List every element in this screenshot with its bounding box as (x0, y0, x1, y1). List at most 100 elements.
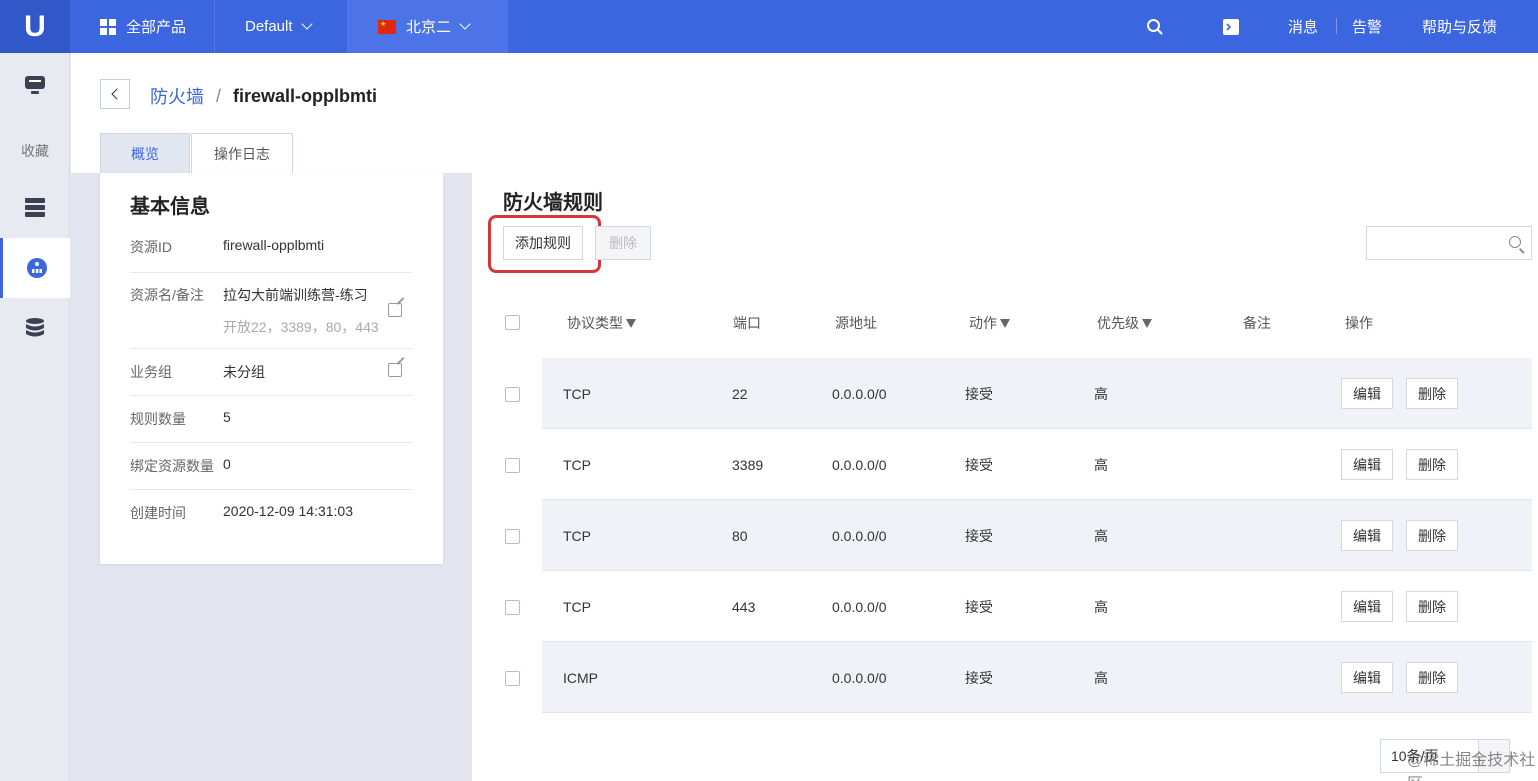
all-products-label: 全部产品 (126, 19, 187, 36)
column-label: 优先级 (1097, 315, 1139, 331)
cell-source: 0.0.0.0/0 (832, 456, 887, 473)
back-button[interactable] (100, 79, 130, 109)
cell-protocol: TCP (563, 527, 591, 544)
edit-icon[interactable] (388, 363, 402, 377)
info-key: 资源ID (130, 239, 172, 255)
info-key: 业务组 (130, 364, 172, 380)
column-port: 端口 (733, 315, 761, 331)
search-button[interactable] (1146, 0, 1164, 53)
china-flag-icon (378, 19, 396, 34)
logo[interactable]: U (0, 0, 70, 53)
info-value: 0 (223, 456, 231, 472)
info-key: 绑定资源数量 (130, 458, 214, 474)
filter-icon[interactable] (1000, 318, 1010, 328)
row-checkbox[interactable] (505, 529, 520, 544)
table-row: TCP 3389 0.0.0.0/0 接受 高 编辑 删除 (472, 429, 1538, 500)
info-key: 资源名/备注 (130, 287, 204, 303)
grid-icon (100, 18, 116, 35)
cell-priority: 高 (1094, 527, 1108, 544)
region-selector[interactable]: 北京二 (348, 0, 508, 53)
rules-title: 防火墙规则 (503, 192, 603, 214)
table-row: TCP 443 0.0.0.0/0 接受 高 编辑 删除 (472, 571, 1538, 642)
project-label: Default (245, 18, 293, 35)
firewall-rules-panel: 防火墙规则 添加规则 删除 协议类型 端口 源地址 动作 优先级 备注 操作 T… (472, 173, 1538, 781)
logo-text: U (24, 9, 46, 43)
help-feedback-link[interactable]: 帮助与反馈 (1422, 0, 1497, 53)
messages-link[interactable]: 消息 (1288, 0, 1318, 53)
sidebar-favorites[interactable]: 收藏 (0, 121, 70, 181)
cell-priority: 高 (1094, 385, 1108, 402)
sidebar-item-network[interactable] (0, 238, 70, 298)
edit-rule-button[interactable]: 编辑 (1341, 378, 1393, 409)
info-row-business-group: 业务组 未分组 (130, 362, 412, 396)
watermark: @稀土掘金技术社区 (1407, 752, 1536, 781)
terminal-button[interactable] (1222, 0, 1240, 53)
column-label: 协议类型 (567, 315, 623, 331)
row-checkbox[interactable] (505, 671, 520, 686)
main-content: 防火墙 / firewall-opplbmti 概览 操作日志 基本信息 资源I… (71, 53, 1538, 781)
edit-icon[interactable] (388, 303, 402, 317)
delete-rule-button[interactable]: 删除 (1406, 591, 1458, 622)
sidebar-item-monitor[interactable] (0, 55, 70, 115)
delete-rules-button[interactable]: 删除 (595, 226, 651, 260)
breadcrumb-separator: / (216, 85, 222, 106)
all-products-menu[interactable]: 全部产品 (70, 0, 215, 53)
column-note: 备注 (1243, 315, 1271, 331)
select-all-checkbox[interactable] (505, 315, 520, 330)
cell-action: 接受 (965, 385, 993, 402)
edit-rule-button[interactable]: 编辑 (1341, 449, 1393, 480)
region-label: 北京二 (406, 19, 452, 36)
page-header: 防火墙 / firewall-opplbmti 概览 操作日志 (71, 53, 1538, 173)
info-column: 基本信息 资源ID firewall-opplbmti 资源名/备注 拉勾大前端… (71, 173, 472, 781)
filter-icon[interactable] (1142, 318, 1152, 328)
tab-operation-log[interactable]: 操作日志 (191, 133, 293, 173)
basic-info-title: 基本信息 (130, 196, 210, 218)
info-key: 创建时间 (130, 505, 186, 521)
chevron-left-icon (110, 88, 123, 100)
delete-rule-button[interactable]: 删除 (1406, 449, 1458, 480)
edit-rule-button[interactable]: 编辑 (1341, 591, 1393, 622)
monitor-icon (25, 76, 45, 94)
row-checkbox[interactable] (505, 600, 520, 615)
search-icon (1509, 236, 1521, 248)
info-value: 5 (223, 409, 231, 425)
table-row: TCP 22 0.0.0.0/0 接受 高 编辑 删除 (472, 358, 1538, 429)
add-rule-button[interactable]: 添加规则 (503, 226, 583, 260)
filter-icon[interactable] (626, 318, 636, 328)
row-checkbox[interactable] (505, 458, 520, 473)
column-protocol[interactable]: 协议类型 (567, 288, 636, 358)
project-selector[interactable]: Default (215, 0, 348, 53)
breadcrumb: 防火墙 / firewall-opplbmti (150, 83, 377, 109)
info-row-resource-id: 资源ID firewall-opplbmti (130, 237, 412, 273)
breadcrumb-firewall-link[interactable]: 防火墙 (150, 83, 204, 109)
info-row-resource-name: 资源名/备注 拉勾大前端训练营-练习 开放22，3389，80，443 (130, 285, 412, 349)
info-row-bound-resources: 绑定资源数量 0 (130, 456, 412, 490)
alarm-link[interactable]: 告警 (1352, 0, 1382, 53)
column-action[interactable]: 动作 (969, 288, 1010, 358)
cell-protocol: TCP (563, 385, 591, 402)
rules-search-input[interactable] (1366, 226, 1532, 260)
column-label: 动作 (969, 315, 997, 331)
cell-port: 22 (732, 385, 748, 402)
cell-action: 接受 (965, 598, 993, 615)
rules-table-header: 协议类型 端口 源地址 动作 优先级 备注 操作 (472, 288, 1538, 358)
info-value: 拉勾大前端训练营-练习 (223, 287, 368, 303)
delete-rule-button[interactable]: 删除 (1406, 520, 1458, 551)
column-priority[interactable]: 优先级 (1097, 288, 1152, 358)
cell-protocol: TCP (563, 456, 591, 473)
cell-source: 0.0.0.0/0 (832, 669, 887, 686)
cell-action: 接受 (965, 527, 993, 544)
delete-rule-button[interactable]: 删除 (1406, 378, 1458, 409)
terminal-icon (1223, 18, 1239, 35)
delete-rule-button[interactable]: 删除 (1406, 662, 1458, 693)
sidebar-item-database[interactable] (0, 298, 70, 358)
row-checkbox[interactable] (505, 387, 520, 402)
edit-rule-button[interactable]: 编辑 (1341, 662, 1393, 693)
sidebar-item-hosts[interactable] (0, 177, 70, 237)
basic-info-card: 基本信息 资源ID firewall-opplbmti 资源名/备注 拉勾大前端… (100, 173, 443, 564)
info-value: firewall-opplbmti (223, 237, 325, 253)
cell-source: 0.0.0.0/0 (832, 598, 887, 615)
edit-rule-button[interactable]: 编辑 (1341, 520, 1393, 551)
tab-overview[interactable]: 概览 (100, 133, 190, 173)
cell-priority: 高 (1094, 669, 1108, 686)
